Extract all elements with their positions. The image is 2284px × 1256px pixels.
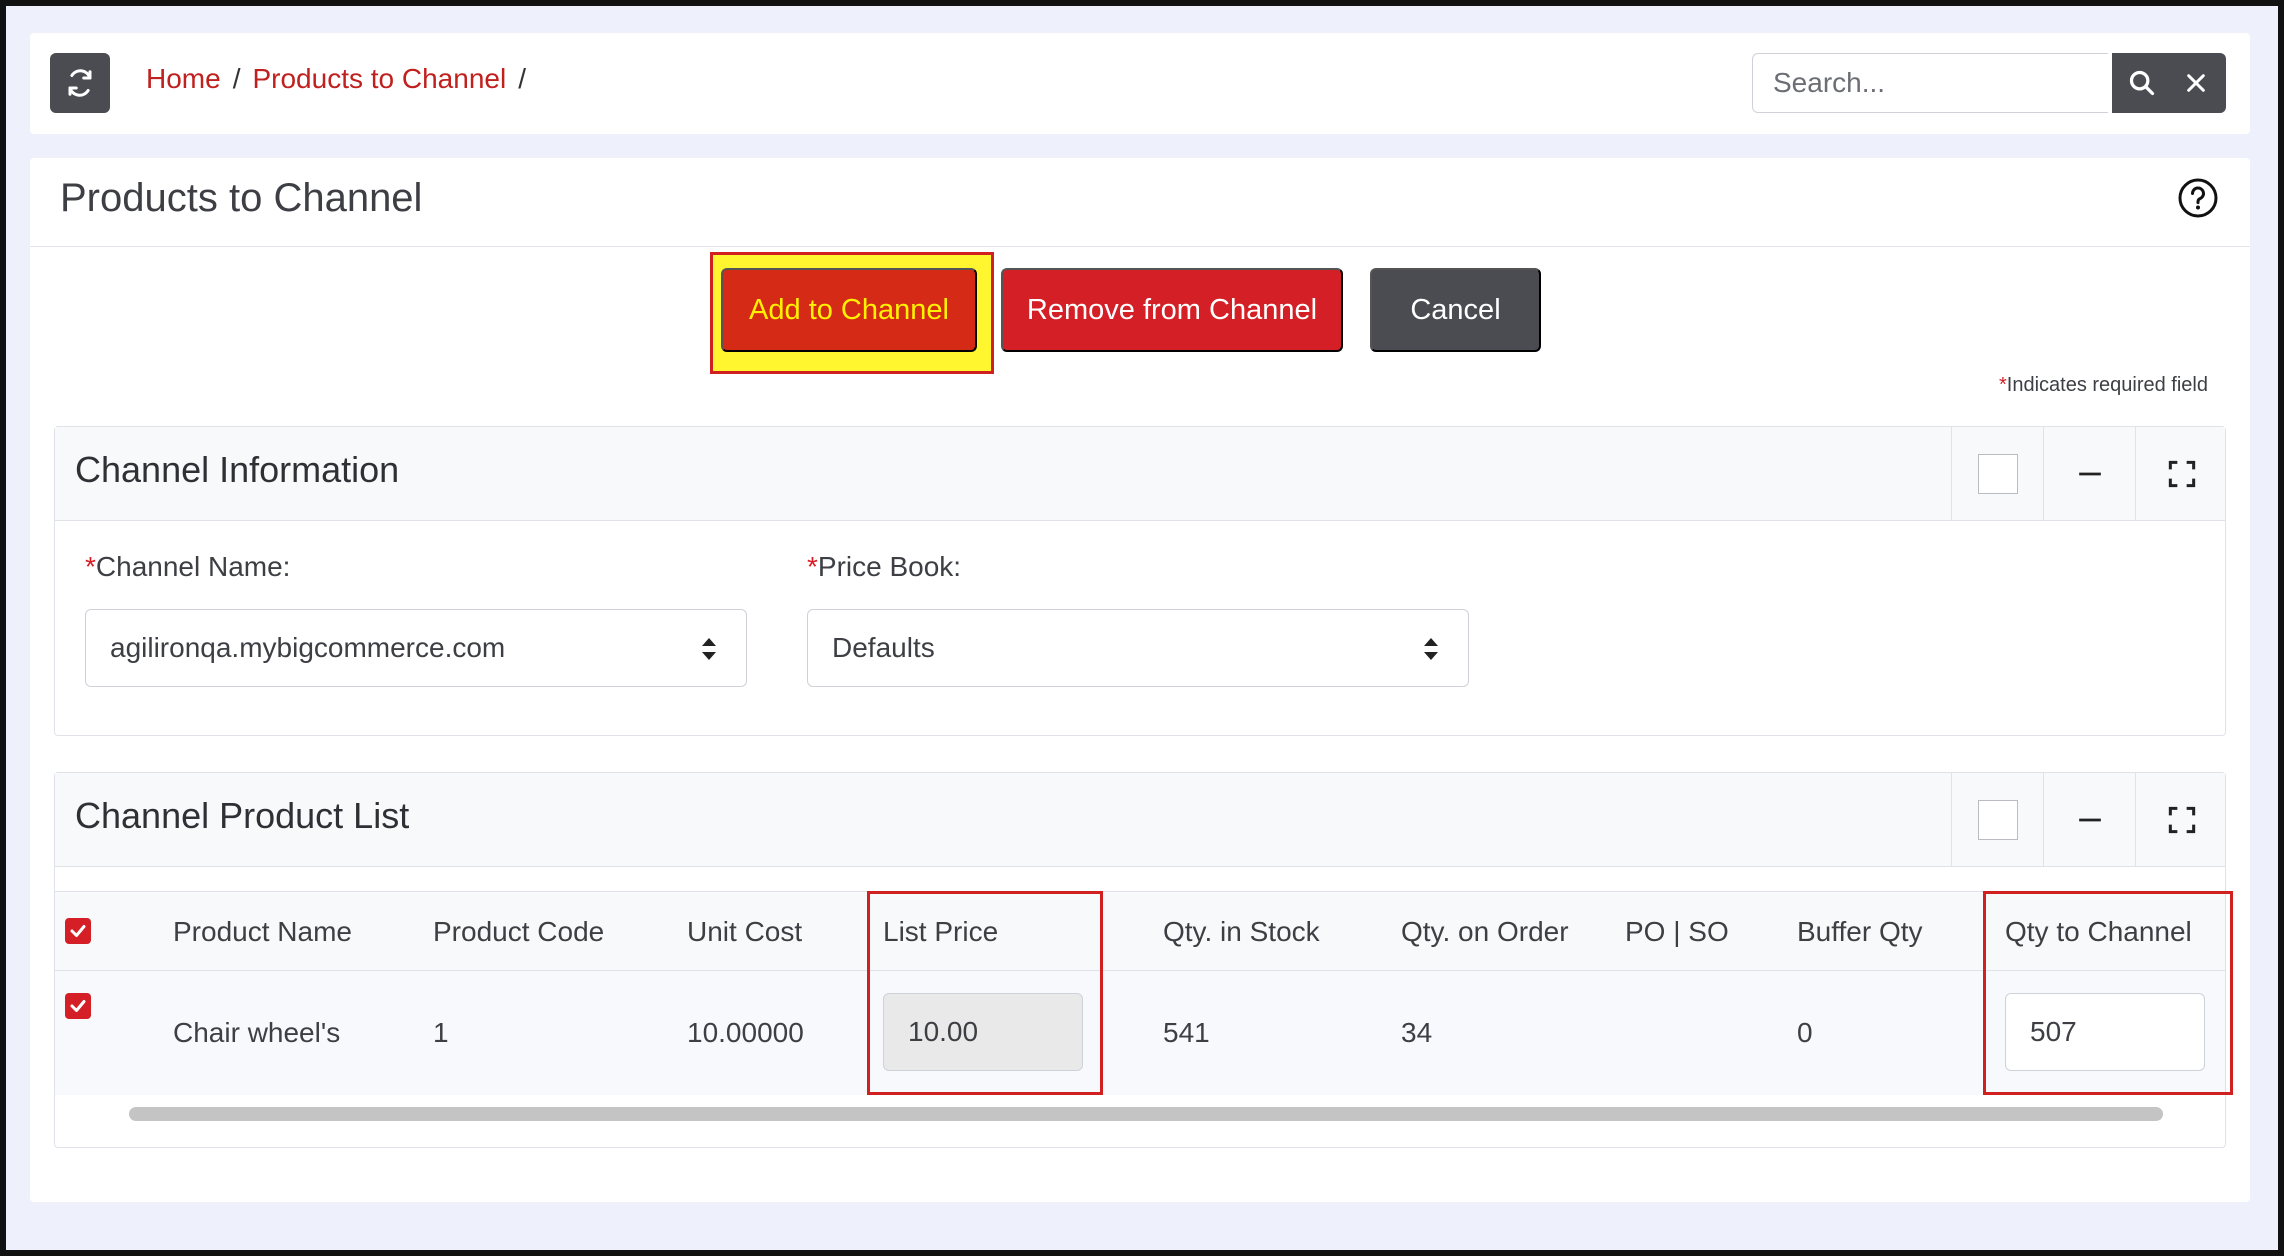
panel-header: Channel Product List	[55, 773, 2225, 867]
breadcrumb-separator: /	[518, 63, 526, 94]
cell-qty-in-stock: 541	[1163, 1017, 1210, 1048]
required-star: *	[85, 551, 96, 582]
column-header-product-code[interactable]: Product Code	[433, 916, 604, 948]
breadcrumb-separator: /	[232, 63, 241, 94]
add-to-channel-button[interactable]: Add to Channel	[721, 268, 977, 352]
search-input[interactable]	[1752, 53, 2108, 113]
select-all-checkbox[interactable]	[65, 918, 91, 944]
remove-from-channel-button[interactable]: Remove from Channel	[1001, 268, 1343, 352]
panel-title: Channel Information	[75, 449, 400, 490]
collapse-button[interactable]	[2043, 427, 2135, 521]
expand-icon	[2168, 806, 2195, 834]
cell-unit-cost: 10.00000	[687, 1017, 804, 1048]
select-arrows-icon	[1424, 638, 1438, 660]
column-header-qty-on-order[interactable]: Qty. on Order	[1401, 916, 1569, 948]
refresh-icon	[68, 69, 92, 97]
column-header-unit-cost[interactable]: Unit Cost	[687, 916, 802, 948]
price-book-value: Defaults	[832, 632, 935, 663]
cell-product-code: 1	[433, 1017, 449, 1048]
price-book-select[interactable]: Defaults	[807, 609, 1469, 687]
channel-name-select[interactable]: agilironqa.mybigcommerce.com	[85, 609, 747, 687]
column-header-po-so[interactable]: PO | SO	[1625, 916, 1729, 948]
row-checkbox[interactable]	[65, 993, 91, 1019]
expand-button[interactable]	[2135, 427, 2227, 521]
checkbox-icon	[1977, 800, 2018, 840]
list-price-column-highlight	[867, 891, 1103, 1095]
search-icon	[2129, 70, 2155, 96]
title-divider	[30, 246, 2250, 247]
expand-button[interactable]	[2135, 773, 2227, 867]
required-star: *	[1998, 374, 2007, 396]
page-title: Products to Channel	[60, 176, 423, 220]
cell-buffer-qty: 0	[1797, 1017, 1813, 1048]
check-icon	[70, 1000, 86, 1012]
table-header-row: Product Name Product Code Unit Cost List…	[55, 891, 2225, 971]
panel-select-toggle[interactable]	[1951, 427, 2043, 521]
main-card: Products to Channel Add to Channel Remov…	[30, 158, 2250, 1202]
channel-name-label: *Channel Name:	[85, 551, 290, 583]
cell-product-name: Chair wheel's	[173, 1017, 341, 1048]
qty-to-channel-column-highlight	[1983, 891, 2233, 1095]
refresh-button[interactable]	[50, 53, 110, 113]
price-book-label: *Price Book:	[807, 551, 961, 583]
price-book-label-text: Price Book:	[817, 551, 962, 582]
product-table: Product Name Product Code Unit Cost List…	[55, 891, 2233, 1121]
breadcrumb-home[interactable]: Home	[146, 63, 221, 95]
minus-icon	[2078, 472, 2101, 476]
channel-name-label-text: Channel Name:	[95, 551, 291, 582]
breadcrumb: Home / Products to Channel /	[146, 63, 526, 95]
select-arrows-icon	[702, 638, 716, 660]
checkbox-icon	[1977, 454, 2018, 494]
horizontal-scrollbar[interactable]	[129, 1107, 2163, 1121]
check-icon	[70, 925, 86, 937]
table-row: Chair wheel's 1 10.00000 541 34 0	[55, 971, 2225, 1095]
channel-name-value: agilironqa.mybigcommerce.com	[110, 632, 506, 663]
breadcrumb-products-to-channel[interactable]: Products to Channel	[252, 63, 506, 95]
column-header-buffer-qty[interactable]: Buffer Qty	[1797, 916, 1923, 948]
clear-search-button[interactable]	[2166, 53, 2226, 113]
collapse-button[interactable]	[2043, 773, 2135, 867]
app-frame: Home / Products to Channel / Products to…	[0, 0, 2284, 1256]
required-star: *	[807, 551, 818, 582]
required-note-text: Indicates required field	[2006, 374, 2208, 396]
cell-qty-on-order: 34	[1401, 1017, 1433, 1048]
channel-product-list-panel: Channel Product List Product Name Produc…	[54, 772, 2233, 1148]
required-field-note: *Indicates required field	[1999, 374, 2208, 397]
column-header-product-name[interactable]: Product Name	[173, 916, 352, 948]
channel-information-panel: Channel Information *Channel Name: agili…	[54, 426, 2226, 736]
question-circle-icon[interactable]	[2176, 176, 2220, 220]
column-header-qty-in-stock[interactable]: Qty. in Stock	[1163, 916, 1320, 948]
minus-icon	[2078, 818, 2101, 822]
search-button[interactable]	[2112, 53, 2172, 113]
panel-select-toggle[interactable]	[1951, 773, 2043, 867]
expand-icon	[2168, 460, 2195, 488]
close-icon	[2187, 74, 2205, 92]
top-bar: Home / Products to Channel /	[30, 33, 2250, 134]
panel-title: Channel Product List	[75, 795, 410, 836]
cancel-button[interactable]: Cancel	[1370, 268, 1541, 352]
panel-header: Channel Information	[55, 427, 2225, 521]
